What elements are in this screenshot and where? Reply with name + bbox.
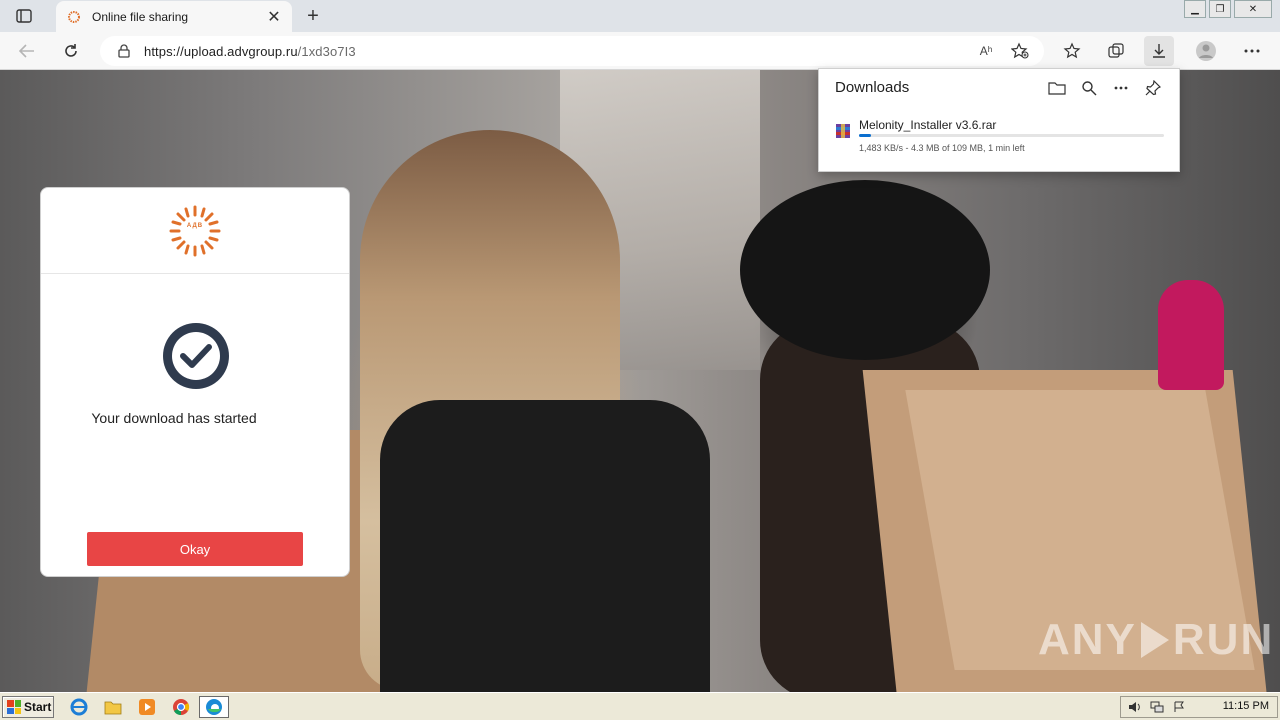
logo-text: АДВ [186,222,204,229]
play-icon [1140,622,1169,658]
browser-toolbar: https://upload.advgroup.ru/1xd3o7I3 Aʰ [0,32,1280,70]
dialog-header: АДВ [41,188,349,274]
favorites-icon[interactable] [1057,36,1087,66]
tab-close-button[interactable]: ✕ [262,5,286,29]
windows-flag-icon [7,700,21,714]
edge-icon[interactable] [199,696,229,718]
lock-icon [118,44,130,58]
collections-icon[interactable] [1101,36,1131,66]
browser-tab[interactable]: Online file sharing ✕ [56,1,292,32]
taskbar-clock: 11:15 PM [1222,700,1269,712]
profile-avatar[interactable] [1191,36,1221,66]
more-options-icon[interactable] [1109,77,1133,99]
download-progress-fill [859,134,872,137]
favicon-icon [66,9,82,25]
minimize-button[interactable]: ▁ [1184,0,1206,18]
background-black-hat [740,180,990,360]
checkmark-icon [163,323,229,389]
download-status-meta: 1,483 KB/s - 4.3 MB of 109 MB, 1 min lef… [859,143,1025,153]
media-player-icon[interactable] [136,696,158,718]
read-aloud-icon[interactable]: Aʰ [976,42,996,60]
download-arrow-icon [1153,44,1165,58]
start-label: Start [24,700,52,714]
downloads-panel: Downloads Melonity_Installer v3.6.rar 1,… [818,68,1180,172]
address-bar[interactable]: https://upload.advgroup.ru/1xd3o7I3 Aʰ [100,36,1044,66]
download-file-name[interactable]: Melonity_Installer v3.6.rar [859,118,996,132]
volume-icon[interactable] [1127,699,1143,715]
network-icon[interactable] [1149,699,1165,715]
tab-actions-button[interactable] [10,6,38,26]
add-favorite-icon[interactable] [1010,42,1030,60]
refresh-icon [65,44,77,57]
anyrun-watermark: ANY RUN [1038,615,1274,665]
downloads-title: Downloads [835,79,910,96]
open-folder-icon[interactable] [1045,77,1069,99]
downloads-button[interactable] [1144,36,1174,66]
back-button[interactable] [12,36,42,66]
internet-explorer-icon[interactable] [68,696,90,718]
tab-actions-icon [16,9,32,23]
chrome-icon[interactable] [170,696,192,718]
taskbar: Start 11:15 PM [0,692,1280,720]
action-center-flag-icon[interactable] [1171,699,1187,715]
background-person-pink [1158,280,1224,390]
download-dialog: АДВ Your download has started Okay [40,187,350,577]
pin-icon[interactable] [1141,77,1165,99]
tab-strip: Online file sharing ✕ + ▁ ❐ ✕ [0,0,1280,32]
watermark-right: RUN [1172,615,1275,664]
tab-title: Online file sharing [92,9,189,24]
system-tray: 11:15 PM [1120,696,1278,718]
okay-button[interactable]: Okay [87,532,303,566]
download-status-text: Your download has started [91,410,257,426]
file-explorer-icon[interactable] [102,696,124,718]
start-button[interactable]: Start [2,696,54,718]
close-window-button[interactable]: ✕ [1234,0,1272,18]
company-logo: АДВ [167,203,223,259]
refresh-button[interactable] [56,36,86,66]
search-icon[interactable] [1077,77,1101,99]
url-host: https://upload.advgroup.ru [144,43,298,59]
download-progress-bar [859,134,1164,137]
back-arrow-icon [19,44,34,58]
watermark-left: ANY [1038,615,1137,664]
restore-button[interactable]: ❐ [1209,0,1231,18]
background-leather-jacket [380,400,710,692]
url-text: https://upload.advgroup.ru/1xd3o7I3 [144,44,356,59]
new-tab-button[interactable]: + [300,4,326,28]
rar-archive-icon [835,123,851,139]
url-path: /1xd3o7I3 [297,43,356,59]
settings-more-icon[interactable] [1237,36,1267,66]
